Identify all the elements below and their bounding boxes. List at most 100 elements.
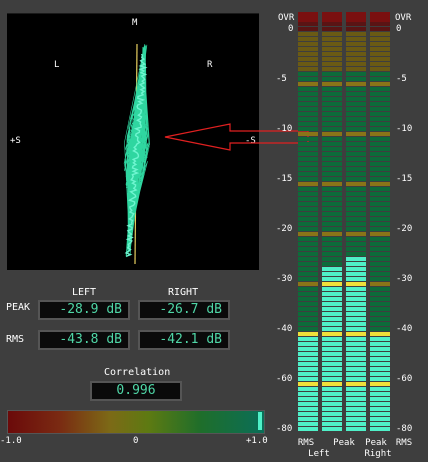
meter-segment: [298, 367, 318, 371]
meter-segment: [346, 387, 366, 391]
meter-segment: [370, 352, 390, 356]
meter-segment: [346, 37, 366, 41]
meter-segment: [370, 42, 390, 46]
meter-segment: [298, 397, 318, 401]
meter-segment: [346, 202, 366, 206]
meter-segment: [298, 22, 318, 26]
meter-segment: [370, 192, 390, 196]
meter-segment: [322, 157, 342, 161]
meter-segment: [322, 332, 342, 336]
meter-segment: [346, 252, 366, 256]
scale-tick-label: -40: [276, 324, 293, 334]
meter-segment: [370, 282, 390, 286]
scale-tick-label: -5: [276, 74, 287, 84]
meter-segment: [298, 272, 318, 276]
meter-segment: [322, 102, 342, 106]
meter-segment: [370, 397, 390, 401]
meter-segment: [346, 227, 366, 231]
meter-segment: [322, 122, 342, 126]
meter-segment: [370, 302, 390, 306]
meter-label-peak-right: Peak: [365, 438, 387, 448]
meter-rms-left: [298, 8, 318, 438]
meter-segment: [298, 172, 318, 176]
meter-segment: [322, 342, 342, 346]
meter-segment: [370, 382, 390, 386]
meter-segment: [346, 352, 366, 356]
meter-segment: [346, 332, 366, 336]
meter-segment: [346, 112, 366, 116]
meter-segment: [370, 127, 390, 131]
meter-segment: [346, 177, 366, 181]
meter-segment: [322, 212, 342, 216]
meter-segment: [370, 97, 390, 101]
meter-segment: [370, 62, 390, 66]
peak-row-label: PEAK: [6, 302, 31, 313]
meter-segment: [346, 377, 366, 381]
meter-segment: [298, 322, 318, 326]
meter-segment: [370, 372, 390, 376]
meter-segment: [370, 427, 390, 431]
meter-segment: [370, 197, 390, 201]
meter-segment: [346, 142, 366, 146]
correlation-marker: [258, 412, 262, 430]
meter-segment: [298, 242, 318, 246]
meter-segment: [322, 337, 342, 341]
meter-segment: [346, 207, 366, 211]
ovr-indicator: [298, 12, 318, 22]
meter-segment: [370, 47, 390, 51]
meter-segment: [370, 272, 390, 276]
meter-segment: [370, 107, 390, 111]
meter-segment: [298, 152, 318, 156]
meter-segment: [346, 167, 366, 171]
meter-segment: [346, 102, 366, 106]
rms-right-readout: -42.1 dB: [138, 330, 230, 350]
meter-segment: [298, 227, 318, 231]
meter-segment: [322, 167, 342, 171]
meter-segment: [322, 47, 342, 51]
meter-segment: [298, 412, 318, 416]
meter-segment: [322, 107, 342, 111]
meter-segment: [370, 287, 390, 291]
meter-segment: [322, 372, 342, 376]
meter-segment: [346, 217, 366, 221]
meter-segment: [298, 197, 318, 201]
meter-segment: [346, 247, 366, 251]
meter-segment: [322, 302, 342, 306]
meter-segment: [346, 337, 366, 341]
meter-segment: [346, 212, 366, 216]
meter-segment: [370, 142, 390, 146]
meter-label-rms-left: RMS: [297, 438, 315, 448]
meter-segment: [298, 327, 318, 331]
meter-segment: [322, 257, 342, 261]
meter-segment: [370, 137, 390, 141]
meter-segment: [370, 362, 390, 366]
meter-segment: [322, 192, 342, 196]
meter-segment: [322, 97, 342, 101]
correlation-bar: [7, 410, 265, 434]
meter-segment: [370, 257, 390, 261]
scale-tick-label: 0: [396, 24, 402, 34]
meter-segment: [370, 412, 390, 416]
meter-peak-left: [322, 8, 342, 438]
meter-segment: [346, 197, 366, 201]
meter-segment: [298, 392, 318, 396]
correlation-readout: 0.996: [90, 381, 182, 401]
meter-segment: [346, 77, 366, 81]
meter-segment: [346, 327, 366, 331]
meter-segment: [370, 342, 390, 346]
meter-segment: [370, 222, 390, 226]
meter-segment: [370, 32, 390, 36]
meter-segment: [370, 247, 390, 251]
meter-segment: [322, 387, 342, 391]
meter-segment: [322, 397, 342, 401]
meter-segment: [370, 167, 390, 171]
meter-segment: [370, 117, 390, 121]
meter-segment: [346, 47, 366, 51]
meter-segment: [322, 112, 342, 116]
meter-segment: [298, 157, 318, 161]
meter-segment: [322, 32, 342, 36]
meter-segment: [370, 402, 390, 406]
meter-segment: [346, 367, 366, 371]
meter-segment: [298, 402, 318, 406]
meter-segment: [346, 87, 366, 91]
